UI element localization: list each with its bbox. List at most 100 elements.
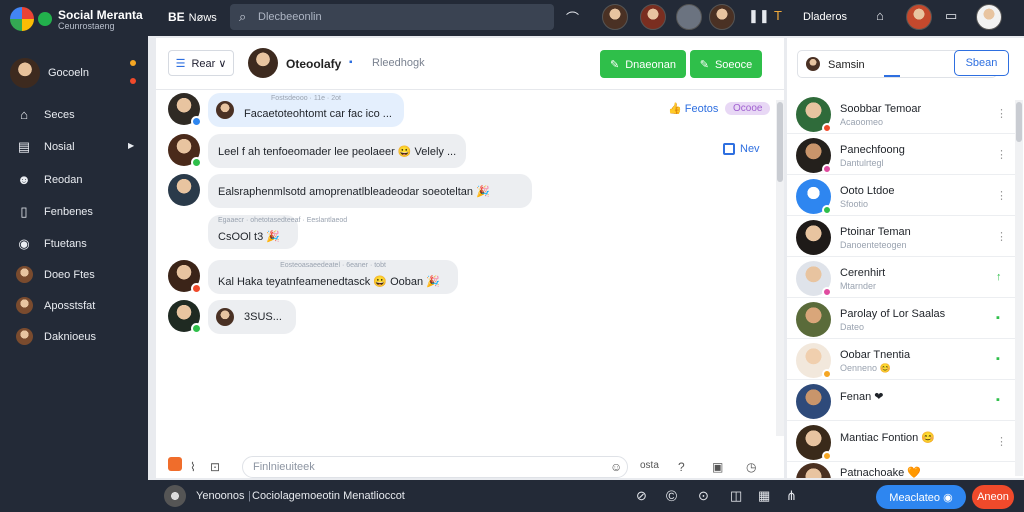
status-icon (822, 164, 832, 174)
more-icon[interactable]: ⋮ (996, 148, 1007, 161)
message-input[interactable] (242, 456, 628, 478)
contact-item[interactable]: Patnachoake 🧡 (787, 460, 1017, 478)
avatar[interactable] (168, 93, 202, 127)
secondary-action-button[interactable]: ✎ Soeoce (690, 50, 762, 78)
sidebar-item-daknioeus[interactable]: Daknioeus (0, 325, 148, 349)
brand[interactable]: Social Meranta Ceunrostaeng (10, 5, 150, 33)
search-input[interactable] (258, 8, 538, 26)
contact-item[interactable]: Soobbar Temoar Acaoomeo ⋮ (787, 94, 1017, 134)
sidebar-item-nosial[interactable]: ▤ Nosial ▶ (0, 135, 148, 159)
avatar[interactable] (602, 4, 628, 30)
grid-icon[interactable]: ▦ (758, 488, 770, 504)
pause-icon[interactable]: ❚❚ (748, 8, 770, 24)
message-icon[interactable]: ▪ (996, 353, 1000, 365)
message-text: CsOOl t3 🎉 (218, 231, 280, 243)
avatar (796, 138, 832, 174)
avatar[interactable] (168, 260, 202, 294)
book-icon[interactable]: ◫ (730, 488, 742, 504)
bookmark-icon[interactable] (723, 143, 735, 155)
search-bar[interactable]: ⌕ (230, 4, 554, 30)
clock-icon[interactable]: ◷ (746, 460, 756, 474)
c-icon[interactable]: © (666, 488, 677, 505)
text-icon[interactable]: T (774, 8, 782, 23)
avatar[interactable] (168, 174, 200, 206)
contact-item[interactable]: Oobar Tnentia Oenneno 😊 ▪ (787, 340, 1017, 380)
chat-header: ☰ Rear ∨ Oteoolafy ▪ Rleedhogk ✎ Dnaeonan … (156, 38, 784, 90)
mic-icon[interactable]: ⊙ (698, 488, 709, 504)
primary-action-button[interactable]: ✎ Dnaeonan (600, 50, 686, 78)
avatar[interactable] (248, 48, 278, 78)
news-icon: BE (168, 10, 185, 24)
primary-bottom-button[interactable]: Meaclateo ◉ (876, 485, 966, 509)
compass-icon[interactable]: ⊘ (636, 488, 647, 504)
contact-item[interactable]: Ptoinar Teman Danoenteteogen ⋮ (787, 217, 1017, 257)
scroll-thumb[interactable] (777, 102, 783, 182)
contact-item[interactable]: Panechfoong Dantulrtegl ⋮ (787, 135, 1017, 175)
avatar[interactable] (168, 134, 202, 168)
headset-icon[interactable]: ⌒ (566, 8, 579, 27)
avatar[interactable] (640, 4, 666, 30)
user-icon: ☻ (17, 172, 31, 187)
image-icon[interactable]: ▣ (712, 460, 723, 474)
sidebar-item-home[interactable]: ⌂ Seces (0, 103, 148, 127)
tree-icon[interactable]: ⋔ (786, 488, 797, 504)
more-icon[interactable]: ⋮ (996, 435, 1007, 448)
emoji-icon[interactable]: ⊡ (210, 460, 220, 474)
question-icon[interactable]: ? (678, 460, 685, 474)
more-icon[interactable]: ⋮ (996, 189, 1007, 202)
avatar[interactable] (709, 4, 735, 30)
filter-button[interactable]: ☰ Rear ∨ (168, 50, 234, 76)
camera-icon[interactable]: ▭ (945, 8, 957, 24)
avatar[interactable] (976, 4, 1002, 30)
news-link[interactable]: BE Nøws (168, 10, 217, 24)
status-icon (822, 205, 832, 215)
chat-scrollbar[interactable] (776, 100, 784, 436)
message-meta: Egaaecr · ohetotasedteeaf · Eeslantlaeod (218, 217, 348, 224)
sidebar-item-label: Reodan (44, 174, 83, 186)
home-icon: ⌂ (20, 107, 28, 122)
conversation-name[interactable]: Oteoolafy (286, 57, 341, 71)
contact-status: Mtarnder (840, 281, 877, 291)
scroll-thumb[interactable] (1016, 102, 1022, 142)
notification-dot-icon (130, 78, 136, 84)
contact-item[interactable]: Parolay of Lor Saalas Dateo ▪ (787, 299, 1017, 339)
more-icon[interactable]: ⋮ (996, 107, 1007, 120)
sidebar-item-reodan[interactable]: ☻ Reodan (0, 168, 148, 192)
new-label[interactable]: Nev (740, 143, 760, 155)
danger-button[interactable]: Aneon (972, 485, 1014, 509)
contact-status: Oenneno 😊 (840, 363, 891, 373)
message-icon[interactable]: ▪ (996, 394, 1000, 406)
message-bubble: 3SUS... (208, 300, 296, 334)
avatar[interactable] (168, 300, 202, 334)
bottom-label[interactable]: Yenoonos (196, 490, 245, 502)
avatar-icon (16, 297, 33, 314)
contact-item[interactable]: Fenan ❤ ▪ (787, 381, 1017, 421)
sidebar-item-ftuetans[interactable]: ◉ Ftuetans (0, 232, 148, 256)
avatar[interactable] (164, 485, 186, 507)
message-bubble: Leel f ah tenfoeomader lee peolaeer 😀 Ve… (208, 134, 466, 168)
contact-name: Soobbar Temoar (840, 103, 922, 115)
more-icon[interactable]: ⋮ (996, 230, 1007, 243)
contact-name: Ooto Ltdoe (840, 185, 895, 197)
home-icon[interactable]: ⌂ (876, 8, 884, 23)
contact-item[interactable]: Mantiac Fontion 😊 ⋮ (787, 422, 1017, 462)
smiley-icon[interactable]: ☺ (610, 460, 622, 474)
sidebar-item-fenbenes[interactable]: ▯ Fenbenes (0, 200, 148, 224)
avatar[interactable] (676, 4, 702, 30)
contacts-action-button[interactable]: Sbean (954, 50, 1009, 76)
gift-icon[interactable] (168, 457, 182, 471)
contact-item[interactable]: Ooto Ltdoe Sfootio ⋮ (787, 176, 1017, 216)
sidebar-item-aposstsfat[interactable]: Aposstsfat (0, 294, 148, 318)
top-right-label[interactable]: Dladeros (803, 11, 847, 23)
photos-tag[interactable]: 👍 Feotos (668, 102, 718, 115)
upload-icon[interactable]: ↑ (996, 271, 1002, 283)
filter-label: Rear (191, 57, 216, 70)
avatar[interactable] (906, 4, 932, 30)
sidebar-item-doeo-ftes[interactable]: Doeo Ftes (0, 263, 148, 287)
contacts-scrollbar[interactable] (1015, 100, 1023, 476)
attach-icon[interactable]: ⌇ (190, 460, 196, 474)
contact-status: Sfootio (840, 199, 869, 209)
contact-item[interactable]: Cerenhirt Mtarnder ↑ (787, 258, 1017, 298)
sticker-label[interactable]: osta (640, 460, 659, 471)
message-icon[interactable]: ▪ (996, 312, 1000, 324)
